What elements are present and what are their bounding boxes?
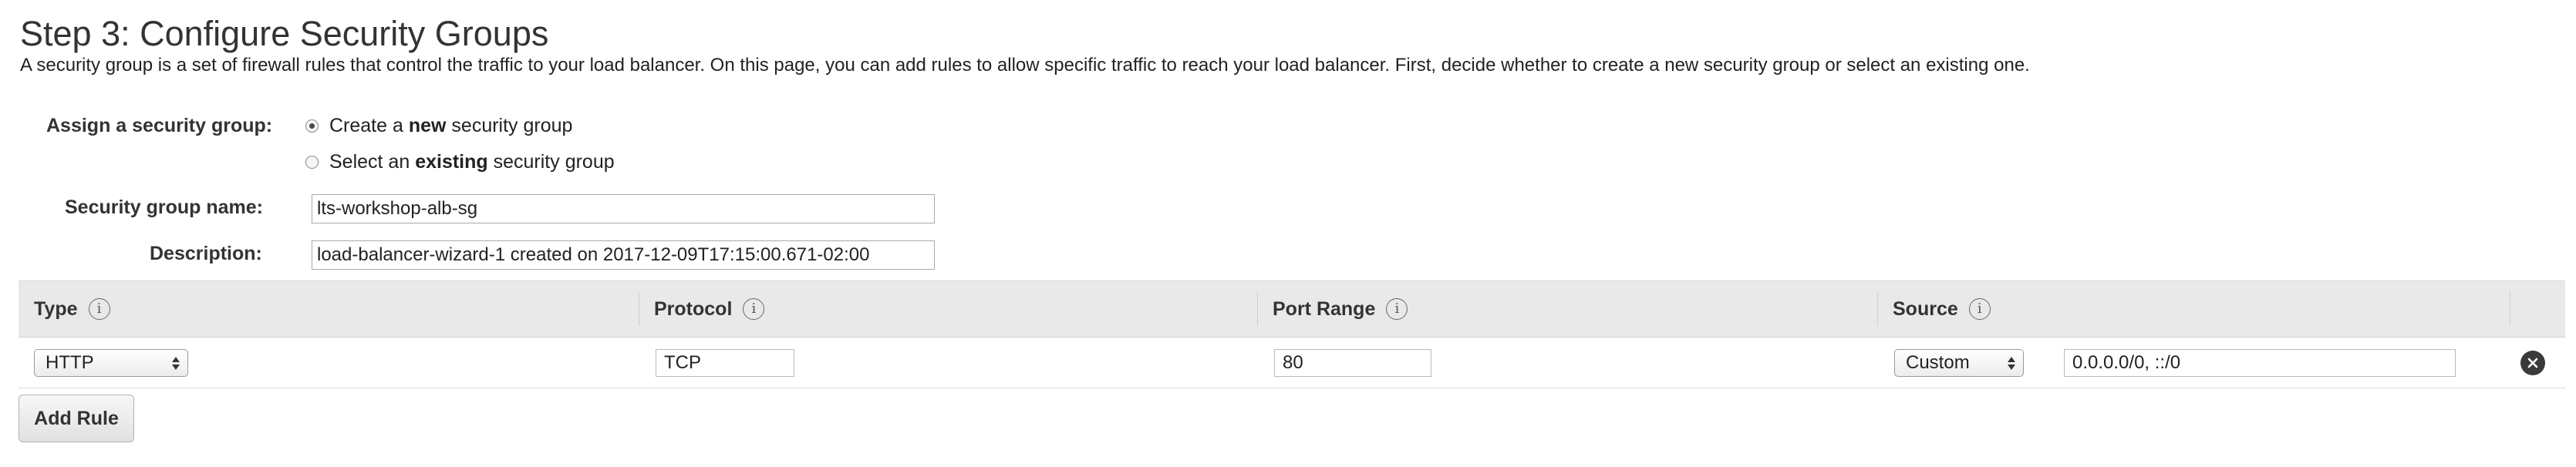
select-arrows-icon [2006,354,2017,372]
source-cidr-field[interactable]: 0.0.0.0/0, ::/0 [2064,349,2456,377]
type-select-value: HTTP [46,352,94,373]
column-separator [1257,292,1258,326]
port-range-field[interactable]: 80 [1274,349,1431,377]
column-type-label: Type [34,297,78,320]
rule-row: HTTP TCP 80 Custom 0.0.0.0/0, ::/0 [19,338,2565,388]
column-source: Source i [1893,281,1991,337]
type-select[interactable]: HTTP [34,349,188,377]
radio-select-existing-label: Select an existing security group [329,151,615,173]
radio-create-new[interactable]: Create a new security group [305,114,572,137]
column-type: Type i [34,281,110,337]
description-label: Description: [150,243,262,264]
security-group-name-input[interactable] [312,194,935,223]
radio-select-existing[interactable]: Select an existing security group [305,150,615,173]
remove-rule-icon[interactable] [2520,351,2545,375]
page-description: A security group is a set of firewall ru… [20,55,2030,76]
info-icon[interactable]: i [1386,298,1408,320]
source-select[interactable]: Custom [1894,349,2024,377]
add-rule-button[interactable]: Add Rule [19,395,134,442]
source-select-value: Custom [1906,352,1970,373]
column-port-range-label: Port Range [1273,297,1376,320]
column-source-label: Source [1893,297,1958,320]
radio-create-new-button[interactable] [305,119,319,133]
select-arrows-icon [170,354,181,372]
column-separator [1877,292,1878,326]
assign-security-group-label: Assign a security group: [46,115,273,136]
security-group-name-label: Security group name: [65,197,263,218]
port-range-value: 80 [1283,352,1303,373]
column-protocol: Protocol i [654,281,765,337]
radio-create-new-label: Create a new security group [329,115,573,136]
column-port-range: Port Range i [1273,281,1408,337]
protocol-value: TCP [664,352,701,373]
page-title: Step 3: Configure Security Groups [20,14,549,53]
protocol-field[interactable]: TCP [656,349,794,377]
info-icon[interactable]: i [743,298,765,320]
radio-select-existing-button[interactable] [305,155,319,169]
close-icon [2527,358,2538,368]
column-protocol-label: Protocol [654,297,733,320]
info-icon[interactable]: i [1968,298,1991,320]
info-icon[interactable]: i [88,298,110,320]
description-input[interactable] [312,240,935,270]
source-cidr-value: 0.0.0.0/0, ::/0 [2072,352,2181,373]
rules-table-header: Type i Protocol i Port Range i Source i [19,281,2565,338]
